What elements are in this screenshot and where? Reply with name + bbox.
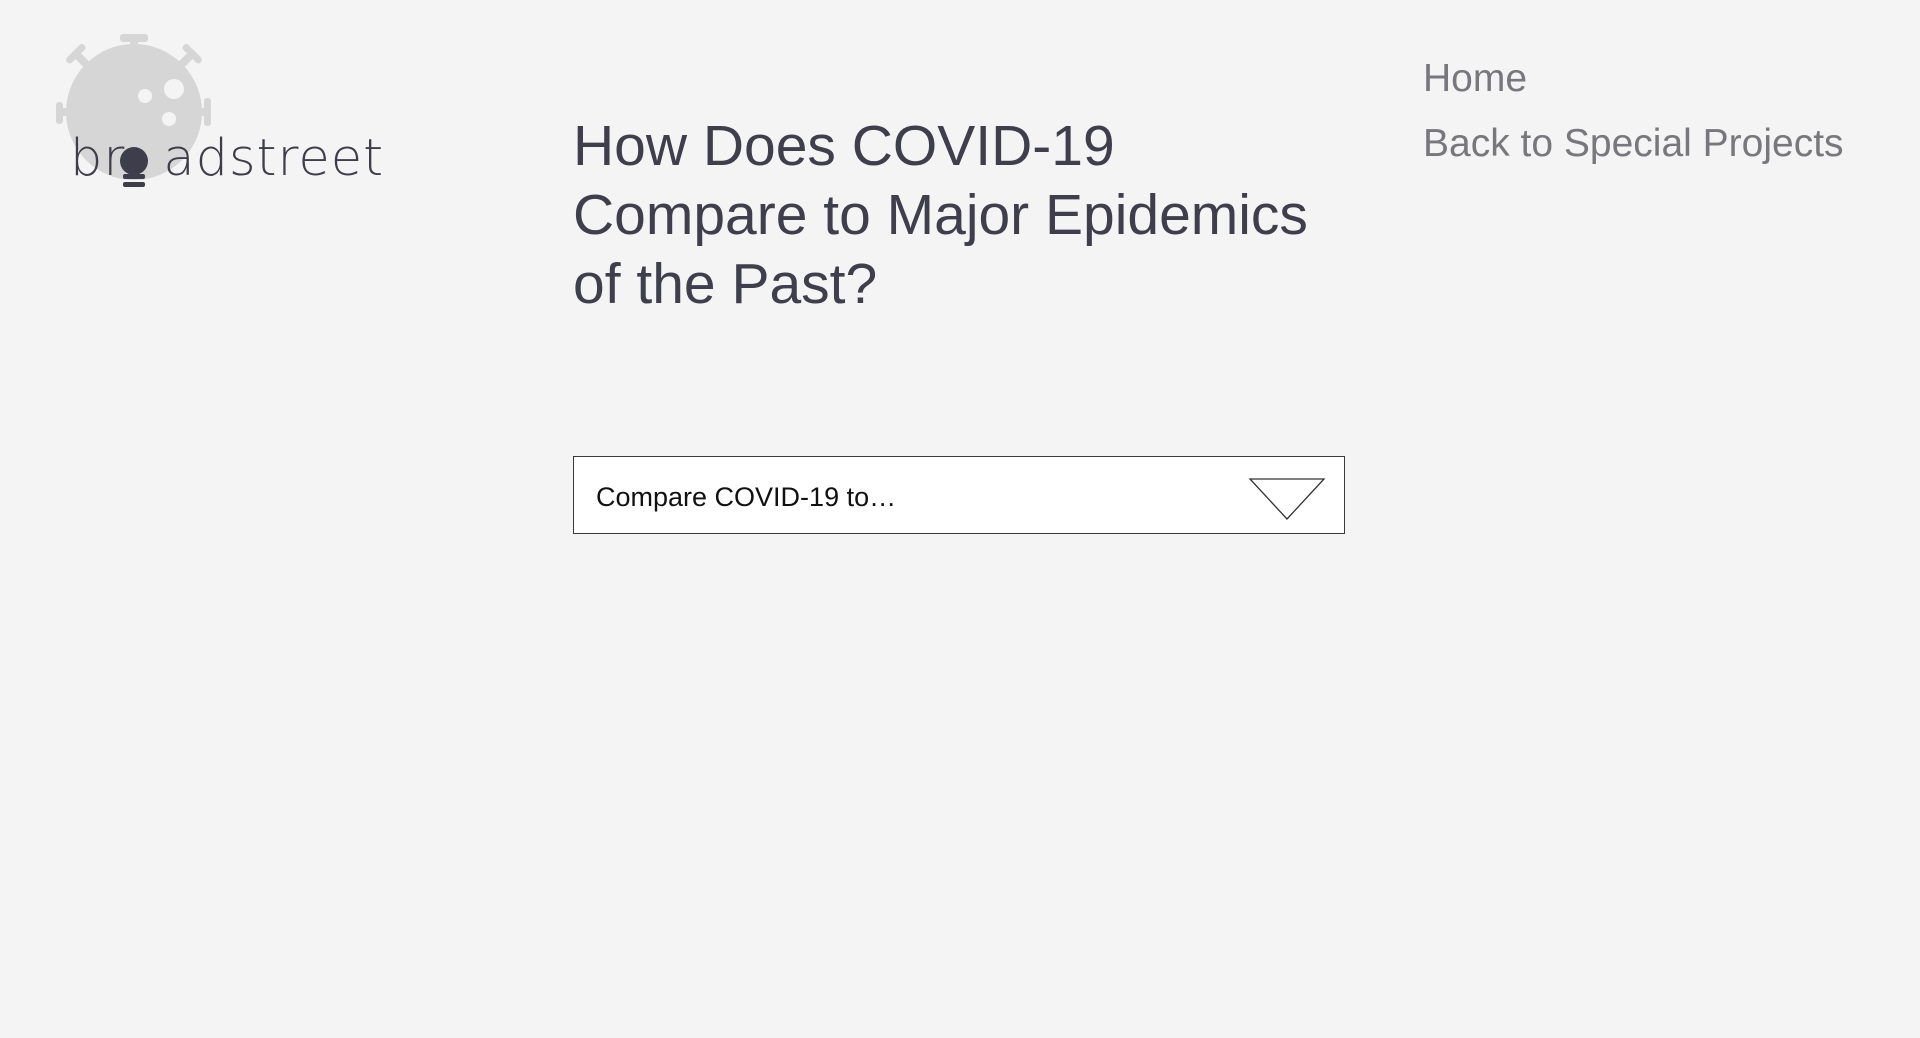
logo-text-start: br — [70, 129, 126, 188]
top-nav: Home Back to Special Projects — [1423, 46, 1844, 176]
compare-dropdown-placeholder: Compare COVID-19 to… — [596, 482, 897, 512]
chevron-down-triangle-icon — [1248, 478, 1326, 520]
compare-dropdown[interactable]: Compare COVID-19 to… — [573, 456, 1345, 534]
broadstreet-logo[interactable]: br adstreet — [56, 30, 383, 200]
nav-back-link[interactable]: Back to Special Projects — [1423, 111, 1844, 176]
page: br adstreet Home Back to Special Projects… — [0, 0, 1920, 1038]
page-title: How Does COVID-19 Compare to Major Epide… — [573, 114, 1308, 316]
logo-text-end: adstreet — [163, 129, 385, 188]
nav-home-link[interactable]: Home — [1423, 46, 1844, 111]
logo-wordmark: br adstreet — [70, 133, 384, 184]
